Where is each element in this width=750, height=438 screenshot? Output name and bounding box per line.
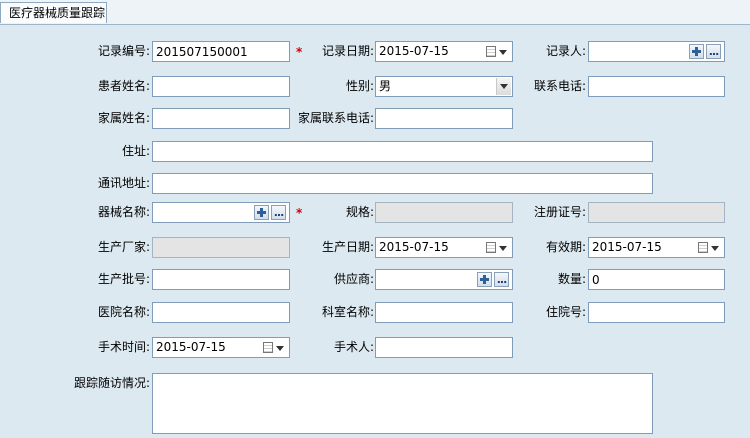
- add-recorder-button[interactable]: [689, 44, 704, 59]
- quantity-input[interactable]: [588, 269, 725, 290]
- browse-supplier-button[interactable]: ...: [494, 272, 509, 287]
- surgery-time-value: 2015-07-15: [156, 340, 226, 354]
- supplier-label: 供应商:: [333, 272, 374, 286]
- expiry-value: 2015-07-15: [592, 240, 662, 254]
- chevron-down-icon: [500, 84, 508, 89]
- record-date-picker[interactable]: 2015-07-15: [375, 41, 513, 62]
- more-icon: ...: [496, 272, 508, 286]
- add-device-button[interactable]: [254, 205, 269, 220]
- address-input[interactable]: [152, 141, 653, 162]
- department-input[interactable]: [375, 302, 513, 323]
- recorder-input[interactable]: ...: [588, 41, 725, 62]
- browse-recorder-button[interactable]: ...: [706, 44, 721, 59]
- record-no-label: 记录编号:: [97, 44, 150, 58]
- expiry-picker[interactable]: 2015-07-15: [588, 237, 725, 258]
- surgery-time-label: 手术时间:: [97, 340, 150, 354]
- mail-address-input[interactable]: [152, 173, 653, 194]
- address-label: 住址:: [121, 144, 150, 158]
- phone-input[interactable]: [588, 76, 725, 97]
- surgeon-input[interactable]: [375, 337, 513, 358]
- department-label: 科室名称:: [321, 305, 374, 319]
- calendar-icon[interactable]: [486, 46, 496, 57]
- gender-value: 男: [379, 79, 392, 93]
- recorder-label: 记录人:: [545, 44, 586, 58]
- calendar-icon[interactable]: [263, 342, 273, 353]
- family-name-label: 家属姓名:: [97, 111, 150, 125]
- followup-label: 跟踪随访情况:: [73, 376, 150, 390]
- reg-no-label: 注册证号:: [533, 205, 586, 219]
- device-name-input[interactable]: ...: [152, 202, 290, 223]
- inpatient-no-input[interactable]: [588, 302, 725, 323]
- calendar-icon[interactable]: [698, 242, 708, 253]
- mail-address-label: 通讯地址:: [97, 176, 150, 190]
- gender-select[interactable]: 男: [375, 76, 513, 97]
- chevron-down-icon[interactable]: [711, 246, 719, 251]
- manufacturer-label: 生产厂家:: [97, 240, 150, 254]
- expiry-label: 有效期:: [545, 240, 586, 254]
- prod-date-label: 生产日期:: [321, 240, 374, 254]
- chevron-down-icon[interactable]: [276, 346, 284, 351]
- manufacturer-input: [152, 237, 290, 258]
- chevron-down-icon[interactable]: [499, 246, 507, 251]
- batch-no-label: 生产批号:: [97, 272, 150, 286]
- more-icon: ...: [708, 44, 720, 58]
- add-supplier-button[interactable]: [477, 272, 492, 287]
- device-name-label: 器械名称:: [97, 205, 150, 219]
- supplier-input[interactable]: ...: [375, 269, 513, 290]
- hospital-label: 医院名称:: [97, 305, 150, 319]
- surgery-time-picker[interactable]: 2015-07-15: [152, 337, 290, 358]
- phone-label: 联系电话:: [533, 79, 586, 93]
- spec-input: [375, 202, 513, 223]
- more-icon: ...: [273, 205, 285, 219]
- family-phone-input[interactable]: [375, 108, 513, 129]
- gender-dropdown-button[interactable]: [496, 78, 511, 95]
- family-phone-label: 家属联系电话:: [297, 111, 374, 125]
- chevron-down-icon[interactable]: [499, 50, 507, 55]
- patient-name-input[interactable]: [152, 76, 290, 97]
- record-no-input[interactable]: [152, 41, 290, 62]
- batch-no-input[interactable]: [152, 269, 290, 290]
- record-date-label: 记录日期:: [321, 44, 374, 58]
- calendar-icon[interactable]: [486, 242, 496, 253]
- browse-device-button[interactable]: ...: [271, 205, 286, 220]
- family-name-input[interactable]: [152, 108, 290, 129]
- surgeon-label: 手术人:: [333, 340, 374, 354]
- tab-bar: 医疗器械质量跟踪: [0, 0, 750, 25]
- quantity-label: 数量:: [557, 272, 586, 286]
- spec-label: 规格:: [345, 205, 374, 219]
- hospital-input[interactable]: [152, 302, 290, 323]
- gender-label: 性别:: [345, 79, 374, 93]
- patient-name-label: 患者姓名:: [97, 79, 150, 93]
- prod-date-picker[interactable]: 2015-07-15: [375, 237, 513, 258]
- followup-textarea[interactable]: [152, 373, 653, 434]
- prod-date-value: 2015-07-15: [379, 240, 449, 254]
- tab-device-quality-tracking[interactable]: 医疗器械质量跟踪: [0, 2, 107, 23]
- inpatient-no-label: 住院号:: [545, 305, 586, 319]
- reg-no-input: [588, 202, 725, 223]
- record-date-value: 2015-07-15: [379, 44, 449, 58]
